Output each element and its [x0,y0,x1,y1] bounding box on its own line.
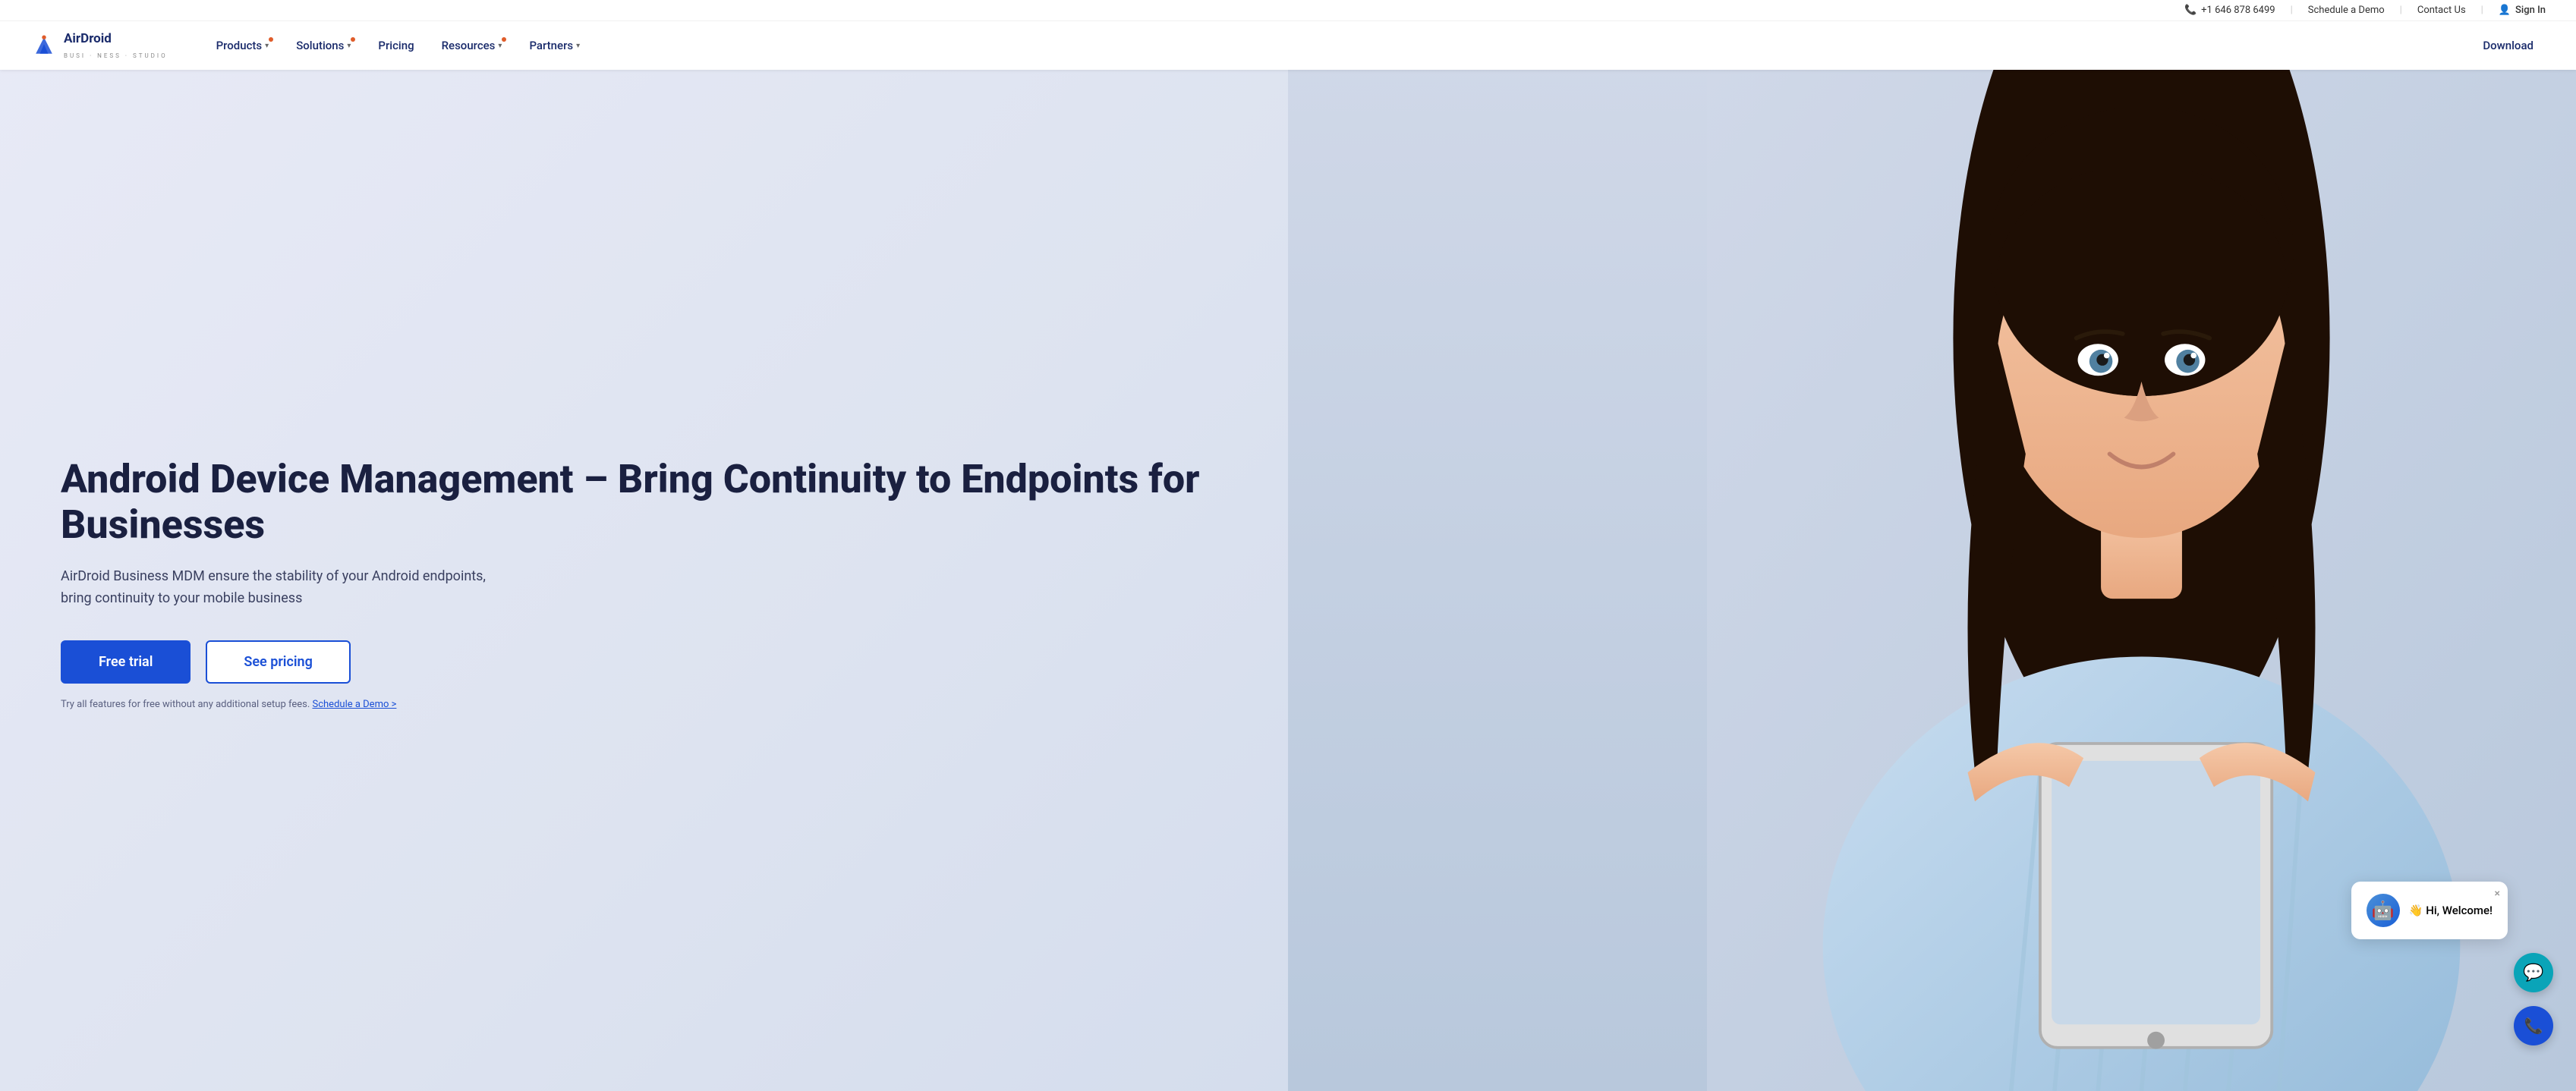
nav-resources-dot [502,37,506,42]
logo[interactable]: AirDroid Busi · ness · Studio [30,31,168,61]
main-nav: AirDroid Busi · ness · Studio Products ▾… [0,21,2576,70]
chat-popup[interactable]: 🤖 👋 Hi, Welcome! × [2351,882,2508,939]
schedule-demo-link[interactable]: Schedule a Demo [2308,5,2385,16]
nav-resources-chevron: ▾ [498,42,502,50]
divider-3: | [2481,5,2483,16]
logo-brand: AirDroid [64,31,168,46]
chat-widget-button[interactable]: 💬 [2514,953,2553,992]
sign-in-link[interactable]: 👤 Sign In [2499,5,2546,16]
chat-widget-icon: 💬 [2523,964,2543,983]
nav-pricing[interactable]: Pricing [366,33,426,58]
hero-subtitle: AirDroid Business MDM ensure the stabili… [61,566,516,610]
nav-items: Products ▾ Solutions ▾ Pricing Resources… [204,33,2546,58]
schedule-demo-hero-link[interactable]: Schedule a Demo > [313,699,397,710]
hero-title: Android Device Management – Bring Contin… [61,457,1371,548]
contact-us-link[interactable]: Contact Us [2417,5,2466,16]
chat-popup-greeting: 👋 Hi, Welcome! [2409,904,2493,917]
call-widget-icon: 📞 [2524,1017,2543,1035]
nav-solutions-chevron: ▾ [347,42,351,50]
phone-number[interactable]: 📞 +1 646 878 6499 [2184,5,2275,16]
hero-note: Try all features for free without any ad… [61,699,1371,710]
nav-download[interactable]: Download [2471,33,2546,58]
nav-solutions[interactable]: Solutions ▾ [284,33,363,58]
header-top-bar: 📞 +1 646 878 6499 | Schedule a Demo | Co… [0,0,2576,21]
call-widget-button[interactable]: 📞 [2514,1006,2553,1045]
hero-buttons: Free trial See pricing [61,640,1371,684]
chat-popup-close-button[interactable]: × [2495,888,2500,900]
hero-content: Android Device Management – Bring Contin… [0,396,1417,770]
nav-resources[interactable]: Resources ▾ [430,33,515,58]
nav-products[interactable]: Products ▾ [204,33,282,58]
nav-partners[interactable]: Partners ▾ [517,33,592,58]
nav-products-dot [269,37,273,42]
logo-text-group: AirDroid Busi · ness · Studio [64,31,168,61]
logo-icon [30,32,58,59]
logo-sub: Busi · ness · Studio [64,52,168,59]
nav-partners-chevron: ▾ [576,42,580,50]
divider-2: | [2400,5,2402,16]
see-pricing-button[interactable]: See pricing [206,640,350,684]
hero-section: Android Device Management – Bring Contin… [0,0,2576,1091]
free-trial-button[interactable]: Free trial [61,640,191,684]
header: 📞 +1 646 878 6499 | Schedule a Demo | Co… [0,0,2576,70]
chat-bot-icon: 🤖 [2367,894,2400,927]
nav-solutions-dot [351,37,355,42]
user-icon: 👤 [2499,5,2511,16]
nav-products-chevron: ▾ [265,42,269,50]
phone-icon: 📞 [2184,5,2197,16]
divider-1: | [2291,5,2293,16]
